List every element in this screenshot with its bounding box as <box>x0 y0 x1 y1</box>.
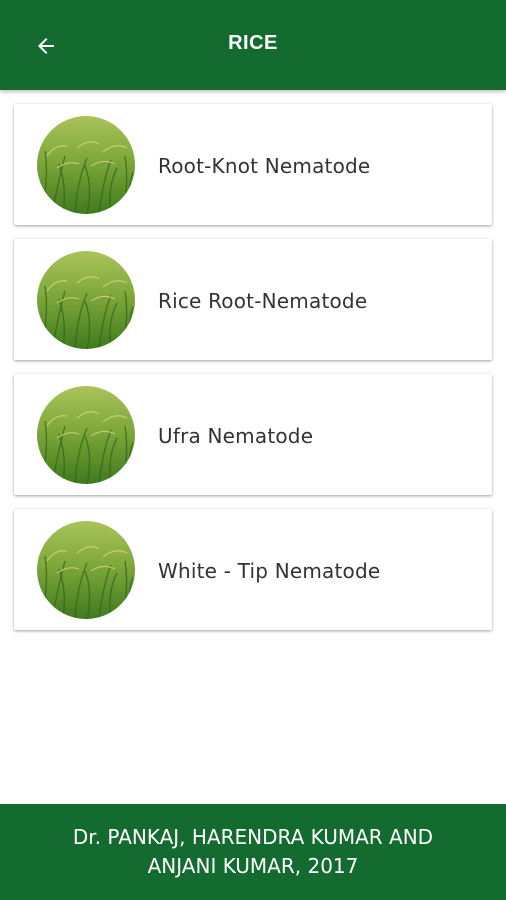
rice-field-image <box>37 521 135 619</box>
item-label: Ufra Nematode <box>158 424 314 448</box>
rice-field-image <box>37 386 135 484</box>
list-item-rice-root-nematode[interactable]: Rice Root-Nematode <box>14 239 492 360</box>
nematode-list: Root-Knot Nematode Rice Root-Nematode Uf… <box>14 104 492 644</box>
footer-line-2: ANJANI KUMAR, 2017 <box>147 854 359 878</box>
rice-field-image <box>37 251 135 349</box>
list-item-ufra-nematode[interactable]: Ufra Nematode <box>14 374 492 495</box>
list-item-root-knot-nematode[interactable]: Root-Knot Nematode <box>14 104 492 225</box>
footer-line-1: Dr. PANKAJ, HARENDRA KUMAR AND <box>72 825 434 849</box>
rice-field-image <box>37 116 135 214</box>
item-label: White - Tip Nematode <box>158 559 381 583</box>
page-title: RICE <box>228 32 278 54</box>
item-label: Root-Knot Nematode <box>158 154 371 178</box>
item-label: Rice Root-Nematode <box>158 289 368 313</box>
footer-credits: Dr. PANKAJ, HARENDRA KUMAR AND ANJANI KU… <box>0 804 506 900</box>
list-item-white-tip-nematode[interactable]: White - Tip Nematode <box>14 509 492 630</box>
app-bar: RICE <box>0 0 506 90</box>
